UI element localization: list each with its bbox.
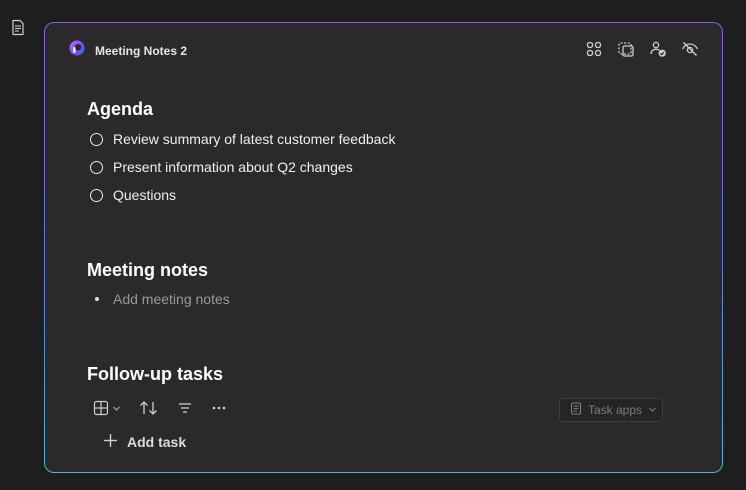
agenda-item: Present information about Q2 changes [90,159,353,175]
task-checkbox[interactable] [90,132,103,146]
document-icon[interactable] [11,19,25,36]
more-icon [211,400,227,416]
people-check-icon[interactable] [648,39,668,59]
task-apps-icon [570,402,582,418]
task-checkbox[interactable] [90,160,103,174]
agenda-item: Review summary of latest customer feedba… [90,131,395,147]
follow-up-heading: Follow-up tasks [87,364,224,384]
plus-icon [103,433,118,451]
task-checkbox[interactable] [90,188,103,202]
task-apps-label: Task apps [588,403,643,417]
chevron-down-icon [648,403,657,417]
agenda-item: Questions [90,187,176,203]
table-view-button[interactable] [93,400,121,416]
agenda-item-label[interactable]: Questions [113,187,176,203]
meeting-notes-input[interactable]: Add meeting notes [113,291,230,307]
loop-logo-icon [69,40,85,61]
bullet-dot [95,297,99,301]
meeting-notes-card: Meeting Notes 2 Agenda Review summary of… [44,22,723,473]
table-view-icon [93,400,109,416]
add-task-label: Add task [127,434,187,450]
sort-icon [139,400,159,416]
chevron-down-icon [112,404,121,413]
components-icon[interactable] [584,39,604,59]
card-header: Meeting Notes 2 [69,40,187,61]
agenda-heading: Agenda [87,99,154,119]
add-task-button[interactable]: Add task [103,433,186,451]
page-title: Meeting Notes 2 [95,43,188,58]
filter-button[interactable] [177,400,193,416]
card-toolbar [584,39,700,59]
task-toolbar [93,400,227,416]
more-options-button[interactable] [211,400,227,416]
task-apps-dropdown[interactable]: Task apps [559,398,663,422]
agenda-item-label[interactable]: Present information about Q2 changes [113,159,353,175]
meeting-notes-bullet: Add meeting notes [95,291,230,307]
meeting-notes-heading: Meeting notes [87,260,209,280]
filter-icon [177,400,193,416]
sort-button[interactable] [139,400,159,416]
hide-icon[interactable] [680,39,700,59]
agenda-item-label[interactable]: Review summary of latest customer feedba… [113,131,395,147]
select-area-icon[interactable] [616,39,636,59]
